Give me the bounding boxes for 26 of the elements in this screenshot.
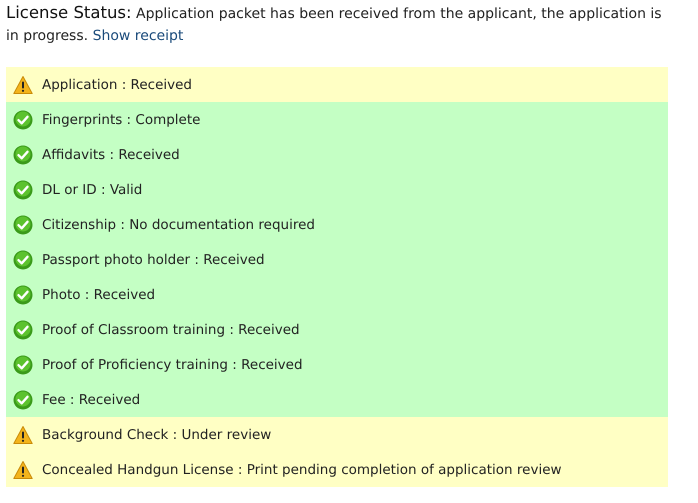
warning-icon (13, 424, 33, 444)
status-text: Passport photo holder : Received (42, 252, 265, 268)
status-text: DL or ID : Valid (42, 182, 142, 198)
check-icon (13, 110, 33, 130)
status-text: Proof of Proficiency training : Received (42, 356, 303, 372)
warning-icon (13, 74, 33, 94)
check-icon (13, 320, 33, 340)
status-text: Photo : Received (42, 286, 156, 302)
check-icon (13, 284, 33, 304)
status-text: Affidavits : Received (42, 146, 180, 162)
warning-icon (13, 460, 33, 480)
check-icon (13, 214, 33, 234)
check-icon (13, 354, 33, 374)
check-icon (13, 390, 33, 410)
status-text: Fingerprints : Complete (42, 112, 200, 128)
status-text: Concealed Handgun License : Print pending completion of application review (42, 462, 562, 478)
status-text: Fee : Received (42, 392, 140, 408)
status-text: Background Check : Under review (42, 426, 272, 442)
check-icon (13, 180, 33, 200)
license-status-message: License Status: Application packet has been received from the applicant, the application is in progress. Show receipt (5, 2, 663, 46)
check-icon (13, 250, 33, 270)
status-text: Proof of Classroom training : Received (42, 322, 300, 338)
status-text: Citizenship : No documentation required (42, 216, 315, 232)
status-text: Application : Received (42, 76, 192, 92)
check-icon (13, 144, 33, 164)
show-receipt-link[interactable]: Show receipt (92, 28, 184, 44)
